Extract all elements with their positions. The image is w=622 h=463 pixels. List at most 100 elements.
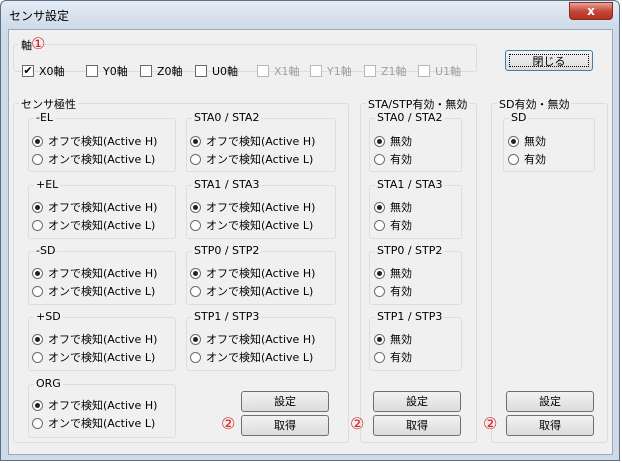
radio-selected-icon[interactable]	[32, 201, 43, 213]
option-label: オンで検知(Active L)	[48, 285, 156, 298]
sd-minus-active-l[interactable]: オンで検知(Active L)	[32, 283, 155, 299]
radio-icon[interactable]	[190, 351, 201, 363]
stastp-sta0-enable[interactable]: 有効	[374, 151, 412, 167]
radio-selected-icon[interactable]	[190, 267, 201, 279]
checkbox-y1-label: Y1軸	[327, 65, 352, 78]
close-icon: x	[587, 4, 595, 18]
sd-plus-label: +SD	[34, 310, 63, 323]
stastp-stp1-disable[interactable]: 無効	[374, 331, 412, 347]
radio-icon[interactable]	[374, 153, 385, 165]
stastp-stp1-enable[interactable]: 有効	[374, 349, 412, 365]
option-label: オフで検知(Active H)	[48, 399, 158, 412]
radio-selected-icon[interactable]	[508, 135, 519, 147]
sd-plus-active-h[interactable]: オフで検知(Active H)	[32, 331, 157, 347]
radio-selected-icon[interactable]	[32, 135, 43, 147]
stastp-set-button[interactable]: 設定	[373, 391, 461, 412]
check-icon[interactable]: ✔	[22, 65, 34, 77]
dialog-client-area: 軸 ① ✔ X0軸 Y0軸 Z0軸 U0軸 X1軸 Y1軸 Z1軸 U1軸 閉じる	[8, 29, 613, 455]
stastp-sta1-label: STA1 / STA3	[375, 178, 445, 191]
checkbox-box[interactable]	[86, 65, 98, 77]
stp0-polarity-label: STP0 / STP2	[192, 244, 262, 257]
radio-icon[interactable]	[374, 351, 385, 363]
checkbox-u0[interactable]: U0軸	[195, 63, 238, 79]
checkbox-x0[interactable]: ✔ X0軸	[22, 63, 65, 79]
stp1-active-l[interactable]: オンで検知(Active L)	[190, 349, 313, 365]
option-label: オンで検知(Active L)	[48, 417, 156, 430]
sd-enable[interactable]: 有効	[508, 151, 546, 167]
polarity-get-button[interactable]: 取得	[241, 415, 329, 436]
el-minus-active-h[interactable]: オフで検知(Active H)	[32, 133, 157, 149]
option-label: オフで検知(Active H)	[48, 201, 158, 214]
stastp-stp0-disable[interactable]: 無効	[374, 265, 412, 281]
checkbox-y0[interactable]: Y0軸	[86, 63, 128, 79]
el-plus-active-l[interactable]: オンで検知(Active L)	[32, 217, 155, 233]
option-label: 有効	[390, 351, 412, 364]
stp1-active-h[interactable]: オフで検知(Active H)	[190, 331, 315, 347]
stp0-active-l[interactable]: オンで検知(Active L)	[190, 283, 313, 299]
radio-icon[interactable]	[32, 351, 43, 363]
el-plus-active-h[interactable]: オフで検知(Active H)	[32, 199, 157, 215]
radio-selected-icon[interactable]	[32, 267, 43, 279]
option-label: オフで検知(Active H)	[206, 267, 316, 280]
axis-group: 軸	[13, 37, 477, 72]
checkbox-box[interactable]	[140, 65, 152, 77]
sd-set-button[interactable]: 設定	[506, 391, 594, 412]
stastp-sta0-disable[interactable]: 無効	[374, 133, 412, 149]
org-active-h[interactable]: オフで検知(Active H)	[32, 397, 157, 413]
radio-selected-icon[interactable]	[32, 399, 43, 411]
org-active-l[interactable]: オンで検知(Active L)	[32, 415, 155, 431]
sd-plus-active-l[interactable]: オンで検知(Active L)	[32, 349, 155, 365]
option-label: オフで検知(Active H)	[206, 135, 316, 148]
checkbox-u0-label: U0軸	[212, 65, 239, 78]
title-bar[interactable]: センサ設定	[1, 1, 621, 29]
radio-icon[interactable]	[32, 219, 43, 231]
window-title: センサ設定	[9, 9, 70, 23]
sta1-active-l[interactable]: オンで検知(Active L)	[190, 217, 313, 233]
marker-1: ①	[31, 34, 46, 53]
stastp-stp0-enable[interactable]: 有効	[374, 283, 412, 299]
radio-selected-icon[interactable]	[190, 333, 201, 345]
sd-get-button[interactable]: 取得	[506, 415, 594, 436]
sd-minus-active-h[interactable]: オフで検知(Active H)	[32, 265, 157, 281]
radio-selected-icon[interactable]	[374, 135, 385, 147]
radio-icon[interactable]	[374, 219, 385, 231]
radio-selected-icon[interactable]	[374, 201, 385, 213]
radio-selected-icon[interactable]	[32, 333, 43, 345]
radio-selected-icon[interactable]	[190, 201, 201, 213]
radio-icon[interactable]	[32, 285, 43, 297]
radio-selected-icon[interactable]	[190, 135, 201, 147]
radio-icon[interactable]	[190, 219, 201, 231]
stastp-sta0-label: STA0 / STA2	[375, 111, 445, 124]
radio-icon[interactable]	[508, 153, 519, 165]
stastp-get-button[interactable]: 取得	[373, 415, 461, 436]
checkbox-z0[interactable]: Z0軸	[140, 63, 183, 79]
checkbox-x1-label: X1軸	[274, 65, 300, 78]
radio-selected-icon[interactable]	[374, 267, 385, 279]
option-label: オフで検知(Active H)	[48, 135, 158, 148]
option-label: 無効	[390, 201, 412, 214]
sta0-active-h[interactable]: オフで検知(Active H)	[190, 133, 315, 149]
radio-icon[interactable]	[190, 153, 201, 165]
radio-icon[interactable]	[190, 285, 201, 297]
window-close-button[interactable]: x	[569, 2, 613, 20]
el-minus-active-l[interactable]: オンで検知(Active L)	[32, 151, 155, 167]
option-label: オフで検知(Active H)	[48, 267, 158, 280]
checkbox-box[interactable]	[195, 65, 207, 77]
sta1-active-h[interactable]: オフで検知(Active H)	[190, 199, 315, 215]
radio-icon[interactable]	[374, 285, 385, 297]
close-button[interactable]: 閉じる	[505, 50, 593, 71]
stastp-sta1-enable[interactable]: 有効	[374, 217, 412, 233]
polarity-set-button[interactable]: 設定	[241, 391, 329, 412]
stastp-stp0-label: STP0 / STP2	[375, 244, 445, 257]
checkbox-u1: U1軸	[418, 63, 461, 79]
close-button-label: 閉じる	[509, 54, 589, 68]
org-label: ORG	[34, 377, 63, 390]
stp0-active-h[interactable]: オフで検知(Active H)	[190, 265, 315, 281]
radio-icon[interactable]	[32, 153, 43, 165]
stastp-sta1-disable[interactable]: 無効	[374, 199, 412, 215]
radio-selected-icon[interactable]	[374, 333, 385, 345]
sd-disable[interactable]: 無効	[508, 133, 546, 149]
radio-icon[interactable]	[32, 417, 43, 429]
sta0-active-l[interactable]: オンで検知(Active L)	[190, 151, 313, 167]
stastp-enable-label: STA/STP有効・無効	[366, 96, 470, 112]
